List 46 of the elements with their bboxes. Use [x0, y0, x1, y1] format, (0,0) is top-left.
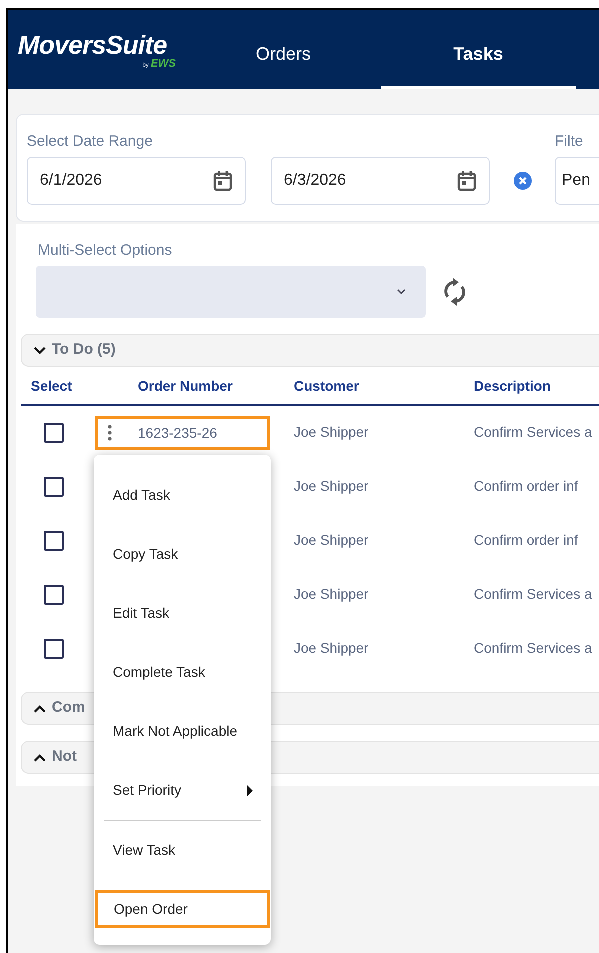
- table-cell: Joe Shipper: [294, 424, 369, 440]
- column-header: Select: [31, 378, 72, 394]
- field-label: Filte: [555, 133, 584, 151]
- kebab-menu-icon[interactable]: [108, 425, 112, 441]
- table-cell: Joe Shipper: [294, 532, 369, 548]
- start-date-field[interactable]: 6/1/2026: [27, 157, 246, 205]
- logo-text: MoversSuite: [18, 31, 168, 59]
- menu-item[interactable]: Copy Task: [94, 525, 271, 584]
- nav-tab[interactable]: Orders: [186, 10, 381, 89]
- group-header[interactable]: To Do (5): [21, 334, 599, 367]
- menu-item[interactable]: Add Task: [94, 466, 271, 525]
- menu-item[interactable]: View Task: [94, 821, 271, 880]
- table-cell: Confirm Services a: [474, 586, 592, 602]
- table-cell: Confirm Services a: [474, 640, 592, 656]
- row-checkbox[interactable]: [44, 585, 64, 605]
- refresh-icon[interactable]: [443, 277, 467, 307]
- chevron-down-icon: [397, 289, 406, 295]
- column-header: Customer: [294, 378, 360, 394]
- menu-item[interactable]: Open Order: [95, 890, 270, 928]
- submenu-arrow-icon: [247, 784, 253, 796]
- row-checkbox[interactable]: [44, 477, 64, 497]
- order-number-cell[interactable]: 1623-235-26: [95, 416, 270, 450]
- field-label: Multi-Select Options: [38, 242, 172, 260]
- row-checkbox[interactable]: [44, 423, 64, 443]
- calendar-icon[interactable]: [213, 170, 233, 192]
- table-cell: Confirm order inf: [474, 532, 578, 548]
- logo-brand-text: EWS: [150, 59, 176, 70]
- table-cell: Joe Shipper: [294, 640, 369, 656]
- row-checkbox[interactable]: [44, 531, 64, 551]
- field-label: Select Date Range: [27, 133, 153, 151]
- row-checkbox[interactable]: [44, 639, 64, 659]
- clear-icon[interactable]: [514, 172, 532, 190]
- date-value: 6/1/2026: [40, 171, 102, 191]
- end-date-field[interactable]: 6/3/2026: [271, 157, 490, 205]
- table-cell: Confirm Services a: [474, 424, 592, 440]
- table-cell: Joe Shipper: [294, 478, 369, 494]
- date-value: 6/3/2026: [284, 171, 346, 191]
- filter-field[interactable]: Pen: [555, 157, 599, 205]
- table-cell: Joe Shipper: [294, 586, 369, 602]
- calendar-icon[interactable]: [457, 170, 477, 192]
- nav-tab[interactable]: Tasks: [381, 10, 576, 89]
- column-header: Order Number: [138, 378, 233, 394]
- column-header: Description: [474, 378, 552, 394]
- table-cell: Confirm order inf: [474, 478, 578, 494]
- menu-item[interactable]: Edit Task: [94, 584, 271, 643]
- filter-value: Pen: [562, 171, 590, 191]
